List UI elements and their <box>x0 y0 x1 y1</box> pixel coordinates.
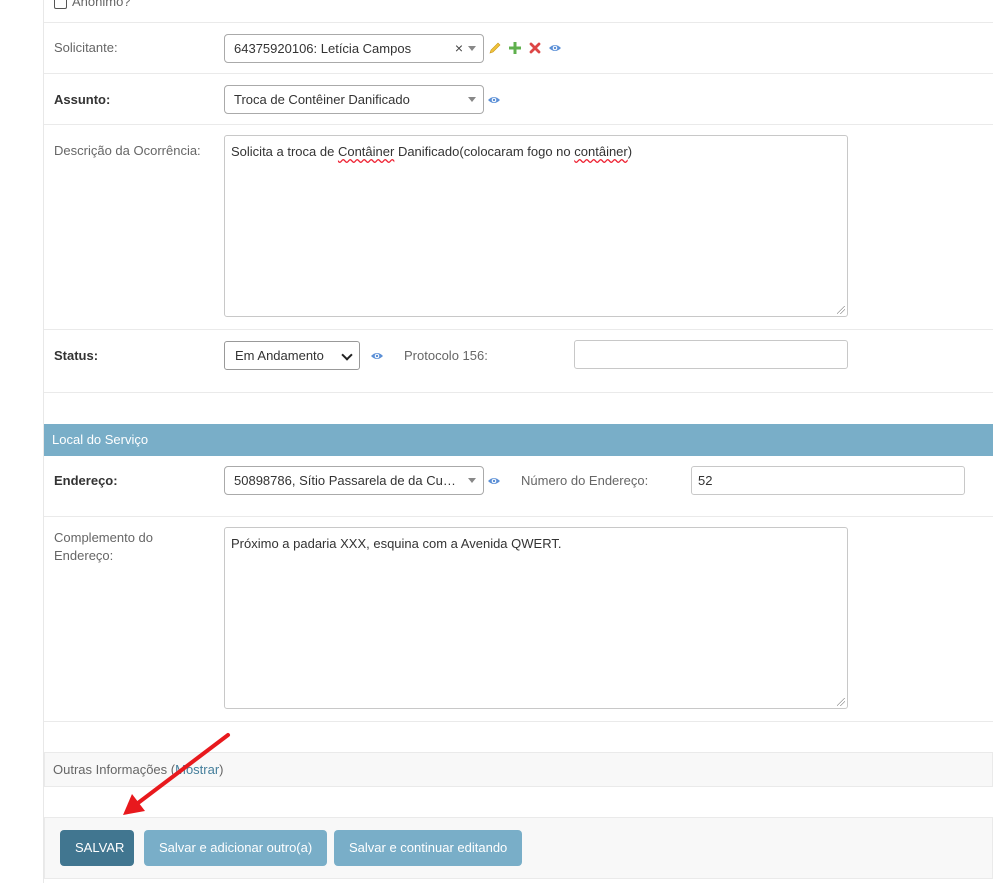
annotation-arrow-icon <box>123 733 230 815</box>
